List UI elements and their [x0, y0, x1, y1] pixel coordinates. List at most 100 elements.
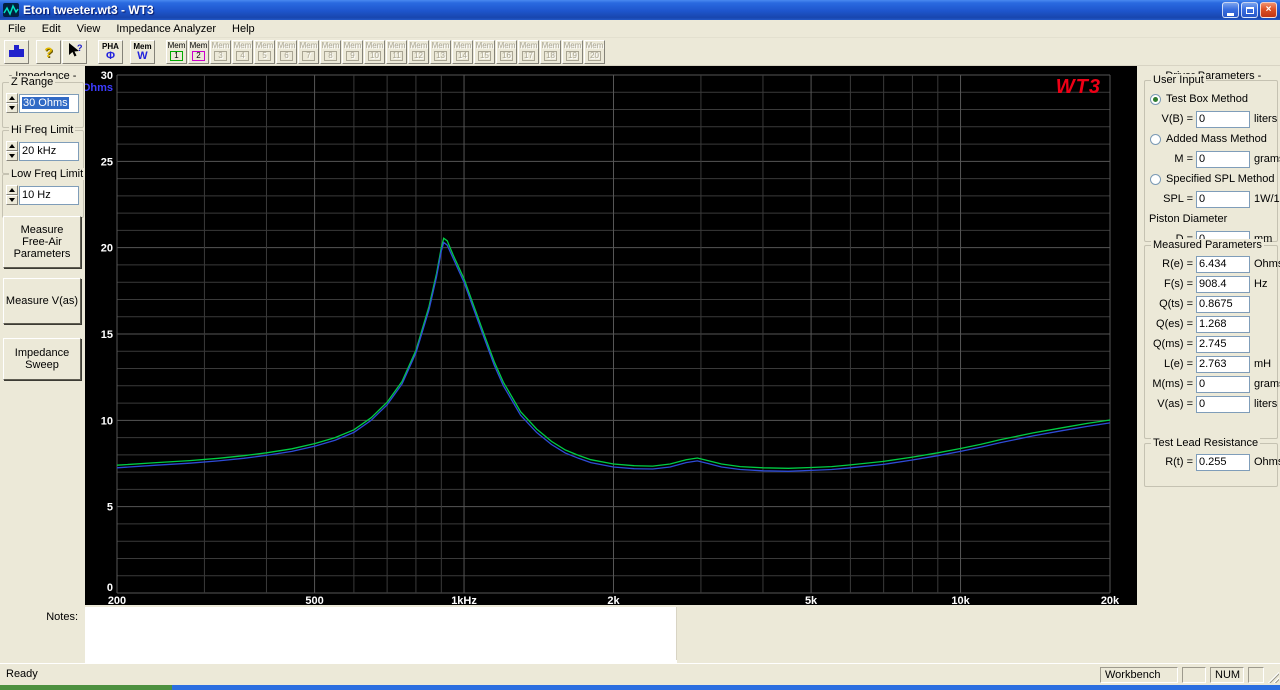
mem-number-box: 17 — [522, 51, 535, 62]
low-freq-field[interactable]: 10 Hz — [19, 185, 79, 205]
test-lead-resistance-group: Test Lead Resistance R(t) = Ohms — [1144, 437, 1280, 487]
context-help-button[interactable]: ? — [62, 39, 87, 64]
mem-8-button: Mem 8 — [320, 39, 341, 64]
resize-grip[interactable] — [1266, 670, 1279, 683]
chart-button[interactable] — [4, 39, 29, 64]
spin-up-button[interactable] — [6, 93, 18, 103]
radio-row-test-box-method: Test Box Method — [1147, 89, 1275, 109]
notes-label: Notes: — [46, 611, 78, 623]
param-field-spl[interactable] — [1196, 190, 1250, 208]
arrow-up-icon — [9, 144, 15, 148]
radio-specified-spl-method[interactable] — [1150, 173, 1161, 185]
param-field-q-ms[interactable] — [1196, 335, 1250, 353]
x-tick-label: 5k — [805, 595, 818, 605]
param-label: M = — [1174, 153, 1193, 165]
mem-label: Mem — [519, 41, 538, 51]
param-label: R(e) = — [1162, 258, 1193, 270]
mem-number-box: 14 — [456, 51, 469, 62]
param-field-q-es[interactable] — [1196, 315, 1250, 333]
spin-up-button[interactable] — [6, 141, 18, 151]
phi-icon: Φ — [105, 49, 116, 62]
svg-text:?: ? — [77, 43, 83, 53]
hi-freq-field[interactable]: 20 kHz — [19, 141, 79, 161]
param-field-f-s[interactable] — [1196, 275, 1250, 293]
param-label: V(B) = — [1161, 113, 1193, 125]
mem-label: Mem — [233, 41, 252, 51]
spin-down-button[interactable] — [6, 103, 18, 113]
status-panel-workbench: Workbench — [1100, 667, 1178, 683]
z-range-group: Z Range 30 Ohms — [2, 76, 84, 128]
param-label: V(as) = — [1157, 398, 1193, 410]
param-field-m[interactable] — [1196, 150, 1250, 168]
mem-label: Mem — [321, 41, 340, 51]
user-input-group: User Input Test Box Method V(B) = liters Ad… — [1144, 74, 1280, 248]
measure-vas-button[interactable]: Measure V(as) — [3, 278, 81, 324]
param-field-v-b[interactable] — [1196, 110, 1250, 128]
wt3-window: Eton tweeter.wt3 - WT3 × File Edit View … — [0, 0, 1280, 690]
mem-label: Mem — [497, 41, 516, 51]
y-tick-label: 15 — [101, 329, 113, 341]
spin-down-button[interactable] — [6, 151, 18, 161]
impedance-sweep-button[interactable]: Impedance Sweep — [3, 338, 81, 380]
menu-edit[interactable]: Edit — [34, 21, 69, 37]
mem-2-button[interactable]: Mem 2 — [188, 39, 209, 64]
mem-1-button[interactable]: Mem 1 — [166, 39, 187, 64]
x-tick-label: 20k — [1101, 595, 1120, 605]
minimize-button[interactable] — [1222, 2, 1239, 18]
hi-freq-limit-label: Hi Freq Limit — [9, 124, 76, 136]
mem-number-box: 3 — [214, 51, 227, 62]
memory-buttons-group: Mem 1 Mem 2 Mem 3 Mem 4 Mem 5 Mem 6 Mem 7 Mem 8 Mem 9 Mem 1… — [166, 39, 606, 64]
measure-free-air-button[interactable]: Measure Free-Air Parameters — [3, 216, 81, 268]
radio-test-box-method[interactable] — [1150, 93, 1161, 105]
param-field-l-e[interactable] — [1196, 355, 1250, 373]
y-tick-label: 10 — [101, 415, 113, 427]
z-range-field[interactable]: 30 Ohms — [19, 93, 79, 113]
param-field-r-t[interactable] — [1196, 453, 1250, 471]
param-field-q-ts[interactable] — [1196, 295, 1250, 313]
menu-help[interactable]: Help — [224, 21, 263, 37]
spin-up-button[interactable] — [6, 185, 18, 195]
mem-label: Mem — [167, 41, 186, 51]
mem-12-button: Mem 12 — [408, 39, 429, 64]
maximize-button[interactable] — [1241, 2, 1258, 18]
x-tick-label: 2k — [607, 595, 620, 605]
param-label: L(e) = — [1163, 358, 1193, 370]
param-row-v-as: V(as) = liters — [1147, 394, 1277, 414]
mem-label: Mem — [255, 41, 274, 51]
notes-input[interactable] — [85, 607, 677, 664]
mem-17-button: Mem 17 — [518, 39, 539, 64]
mem-label: Mem — [343, 41, 362, 51]
y-tick-label: 25 — [101, 156, 113, 168]
param-unit: liters — [1254, 113, 1278, 125]
z-range-spinner — [6, 93, 18, 113]
param-row-q-ts: Q(ts) = — [1147, 294, 1275, 314]
param-row-q-ms: Q(ms) = — [1147, 334, 1275, 354]
mem-number-box: 1 — [170, 51, 183, 62]
help-button[interactable]: ? — [36, 39, 61, 64]
menu-file[interactable]: File — [0, 21, 34, 37]
low-freq-limit-label: Low Freq Limit — [9, 168, 86, 180]
title-bar: Eton tweeter.wt3 - WT3 × — [0, 0, 1280, 20]
param-field-m-ms[interactable] — [1196, 375, 1250, 393]
chart-icon — [7, 41, 27, 62]
menu-impedance-analyzer[interactable]: Impedance Analyzer — [108, 21, 224, 37]
section-label-piston-diameter: Piston Diameter — [1147, 209, 1275, 229]
param-row-q-es: Q(es) = — [1147, 314, 1275, 334]
close-button[interactable]: × — [1260, 2, 1277, 18]
y-tick-label: 0 — [107, 582, 113, 594]
mem-label: Mem — [563, 41, 582, 51]
radio-row-added-mass-method: Added Mass Method — [1147, 129, 1275, 149]
radio-label: Specified SPL Method — [1166, 173, 1275, 185]
menu-view[interactable]: View — [69, 21, 109, 37]
mem-9-button: Mem 9 — [342, 39, 363, 64]
mem-label: Mem — [365, 41, 384, 51]
phase-button[interactable]: PHA Φ — [98, 39, 123, 64]
memory-waveform-button[interactable]: Mem W — [130, 39, 155, 64]
workspace: - Impedance - Z Range 30 Ohms Hi Freq Li… — [0, 66, 1280, 607]
spin-down-button[interactable] — [6, 195, 18, 205]
param-field-v-as[interactable] — [1196, 395, 1250, 413]
param-row-l-e: L(e) = mH — [1147, 354, 1275, 374]
param-field-r-e[interactable] — [1196, 255, 1250, 273]
mem-label: Mem — [541, 41, 560, 51]
radio-added-mass-method[interactable] — [1150, 133, 1161, 145]
